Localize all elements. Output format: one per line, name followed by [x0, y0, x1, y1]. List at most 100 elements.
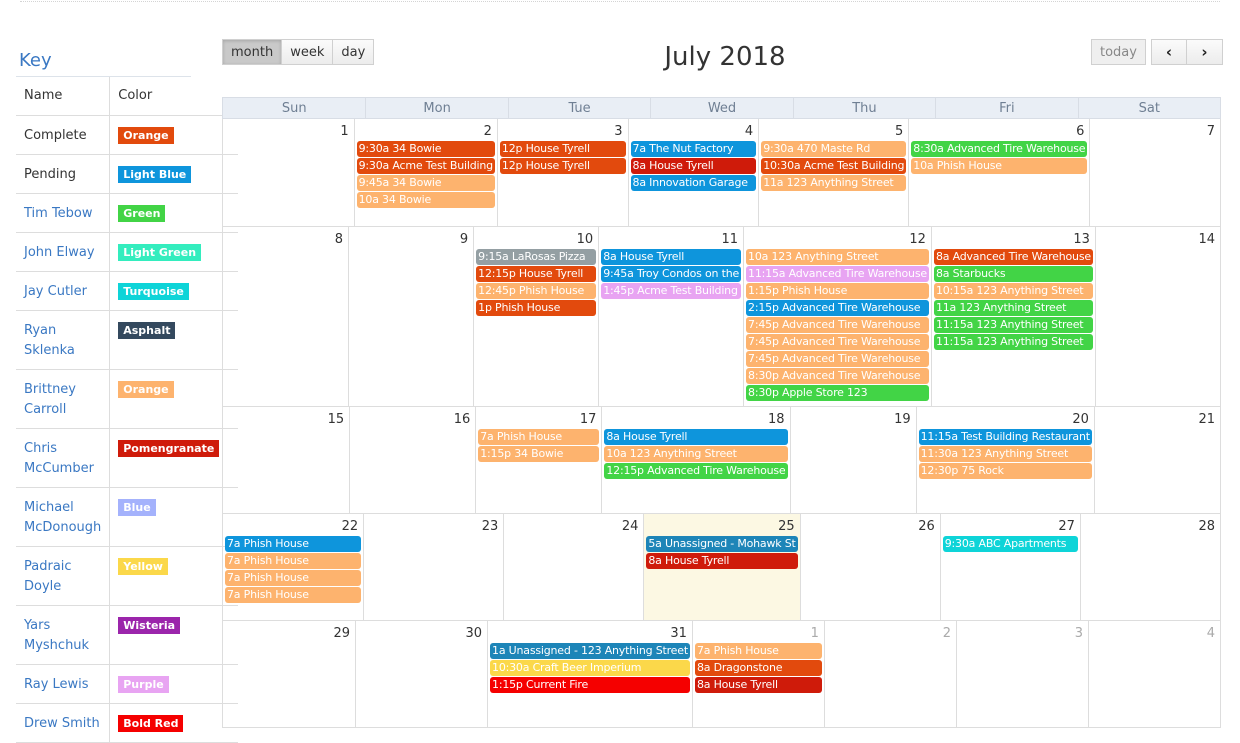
day-number[interactable]: 28	[1083, 514, 1218, 536]
day-number[interactable]: 12	[746, 227, 929, 249]
day-cell[interactable]: 12 10a 123 Anything Street 11:15a Advanced…	[743, 227, 931, 406]
day-cell[interactable]: 26	[799, 514, 940, 620]
day-number[interactable]: 24	[506, 514, 641, 536]
calendar-event[interactable]: 11:15a Advanced Tire Warehouse	[746, 266, 929, 282]
view-month-button[interactable]: month	[222, 39, 283, 65]
prev-month-button[interactable]: ‹	[1151, 39, 1187, 65]
day-number[interactable]: 10	[476, 227, 596, 249]
day-number[interactable]: 17	[478, 407, 599, 429]
key-user-link[interactable]: John Elway	[16, 232, 111, 272]
day-cell[interactable]: 29	[223, 621, 355, 727]
calendar-event[interactable]: 8:30p Apple Store 123	[746, 385, 929, 401]
key-user-link[interactable]: Yars Myshchuk	[16, 605, 111, 665]
day-cell[interactable]: 27 9:30a ABC Apartments	[939, 514, 1080, 620]
day-number[interactable]: 29	[225, 621, 353, 643]
day-cell[interactable]: 14	[1094, 227, 1220, 406]
day-number[interactable]: 5	[761, 119, 906, 141]
calendar-event[interactable]: 12:45p Phish House	[476, 283, 597, 299]
day-cell[interactable]: 17 7a Phish House 1:15p 34 Bowie	[475, 407, 601, 513]
view-week-button[interactable]: week	[282, 39, 334, 65]
calendar-event[interactable]: 9:30a Acme Test Building	[356, 158, 495, 174]
calendar-event[interactable]: 12:30p 75 Rock	[918, 463, 1092, 479]
day-cell[interactable]: 3 12p House Tyrell 12p House Tyrell	[496, 119, 628, 226]
calendar-event[interactable]: 7a Phish House	[225, 587, 362, 603]
day-cell[interactable]: 4	[1087, 621, 1220, 727]
calendar-event[interactable]: 8a House Tyrell	[630, 158, 757, 174]
day-cell[interactable]: 8	[223, 227, 348, 406]
calendar-event[interactable]: 7a Phish House	[225, 553, 362, 569]
calendar-event[interactable]: 10:30a Acme Test Building	[761, 158, 907, 174]
day-cell[interactable]: 11 8a House Tyrell 9:45a Troy Condos on th…	[598, 227, 743, 406]
day-number[interactable]: 3	[500, 119, 626, 141]
day-number[interactable]: 15	[225, 407, 347, 429]
calendar-event[interactable]: 11a 123 Anything Street	[761, 175, 907, 191]
day-number[interactable]: 8	[225, 227, 346, 249]
day-cell[interactable]: 2 9:30a 34 Bowie 9:30a Acme Test Building 9…	[353, 119, 497, 226]
calendar-event[interactable]: 10a Phish House	[911, 158, 1088, 174]
calendar-event[interactable]: 8a House Tyrell	[646, 553, 798, 569]
calendar-event[interactable]: 8a Dragonstone	[694, 660, 822, 676]
calendar-event[interactable]: 9:30a 34 Bowie	[356, 141, 495, 157]
day-number[interactable]: 11	[601, 227, 741, 249]
calendar-event[interactable]: 7a Phish House	[225, 536, 362, 552]
day-cell[interactable]: 6 8:30a Advanced Tire Warehouse 10a Phish …	[908, 119, 1089, 226]
day-cell[interactable]: 22 7a Phish House 7a Phish House 7a Phish H…	[223, 514, 363, 620]
key-user-link[interactable]: Ray Lewis	[16, 664, 111, 704]
key-user-link[interactable]: Padraic Doyle	[16, 546, 111, 606]
calendar-event[interactable]: 9:45a 34 Bowie	[356, 175, 495, 191]
calendar-event[interactable]: 8a Innovation Garage	[630, 175, 757, 191]
day-number[interactable]: 16	[352, 407, 473, 429]
calendar-event[interactable]: 7a Phish House	[225, 570, 362, 586]
day-cell[interactable]: 9	[348, 227, 473, 406]
calendar-event[interactable]: 12:15p Advanced Tire Warehouse	[604, 463, 788, 479]
key-user-link[interactable]: Brittney Carroll	[16, 369, 111, 429]
calendar-event[interactable]: 9:45a Troy Condos on the	[601, 266, 742, 282]
day-number[interactable]: 3	[959, 621, 1086, 643]
calendar-event[interactable]: 9:30a 470 Maste Rd	[761, 141, 907, 157]
day-number[interactable]: 26	[803, 514, 938, 536]
calendar-event[interactable]: 9:15a LaRosas Pizza	[476, 249, 597, 265]
key-user-link[interactable]: Michael McDonough	[16, 487, 111, 547]
day-cell[interactable]: 15	[223, 407, 349, 513]
calendar-event[interactable]: 10:30a Craft Beer Imperium	[490, 660, 690, 676]
next-month-button[interactable]: ›	[1187, 39, 1223, 65]
calendar-event[interactable]: 8:30p Advanced Tire Warehouse	[746, 368, 929, 384]
key-user-link[interactable]: Ryan Sklenka	[16, 310, 111, 370]
day-number[interactable]: 27	[943, 514, 1078, 536]
calendar-event[interactable]: 9:30a ABC Apartments	[942, 536, 1078, 552]
key-user-link[interactable]: Jay Cutler	[16, 271, 111, 311]
calendar-event[interactable]: 10a 34 Bowie	[356, 192, 495, 208]
day-cell[interactable]: 5 9:30a 470 Maste Rd 10:30a Acme Test Buil…	[758, 119, 908, 226]
calendar-event[interactable]: 12p House Tyrell	[499, 141, 626, 157]
day-number[interactable]: 7	[1092, 119, 1218, 141]
day-number[interactable]: 1	[225, 119, 352, 141]
day-cell[interactable]: 23	[363, 514, 503, 620]
calendar-event[interactable]: 7:45p Advanced Tire Warehouse	[746, 334, 929, 350]
calendar-event[interactable]: 8a House Tyrell	[694, 677, 822, 693]
calendar-event[interactable]: 1:15p Current Fire	[490, 677, 690, 693]
calendar-event[interactable]: 7:45p Advanced Tire Warehouse	[746, 351, 929, 367]
day-cell[interactable]: 25 5a Unassigned - Mohawk St 8a House Tyre…	[643, 514, 800, 620]
calendar-event[interactable]: 10a 123 Anything Street	[746, 249, 929, 265]
day-cell[interactable]: 1	[223, 119, 354, 226]
day-cell[interactable]: 24	[503, 514, 643, 620]
day-cell[interactable]: 7	[1089, 119, 1220, 226]
calendar-event[interactable]: 1a Unassigned - 123 Anything Street	[490, 643, 690, 659]
day-number[interactable]: 20	[919, 407, 1092, 429]
calendar-event[interactable]: 10a 123 Anything Street	[604, 446, 788, 462]
day-number[interactable]: 22	[225, 514, 361, 536]
day-cell[interactable]: 18 8a House Tyrell 10a 123 Anything Street…	[601, 407, 789, 513]
day-number[interactable]: 21	[1097, 407, 1218, 429]
today-button[interactable]: today	[1091, 39, 1146, 65]
calendar-event[interactable]: 11a 123 Anything Street	[933, 300, 1093, 316]
day-cell[interactable]: 21	[1093, 407, 1220, 513]
day-cell[interactable]: 3	[955, 621, 1088, 727]
calendar-event[interactable]: 1:45p Acme Test Building	[601, 283, 742, 299]
calendar-event[interactable]: 12p House Tyrell	[499, 158, 626, 174]
day-number[interactable]: 19	[793, 407, 914, 429]
calendar-event[interactable]: 1p Phish House	[476, 300, 597, 316]
day-number[interactable]: 4	[631, 119, 757, 141]
day-number[interactable]: 14	[1098, 227, 1218, 249]
day-cell[interactable]: 30	[355, 621, 487, 727]
calendar-event[interactable]: 8a House Tyrell	[604, 429, 788, 445]
